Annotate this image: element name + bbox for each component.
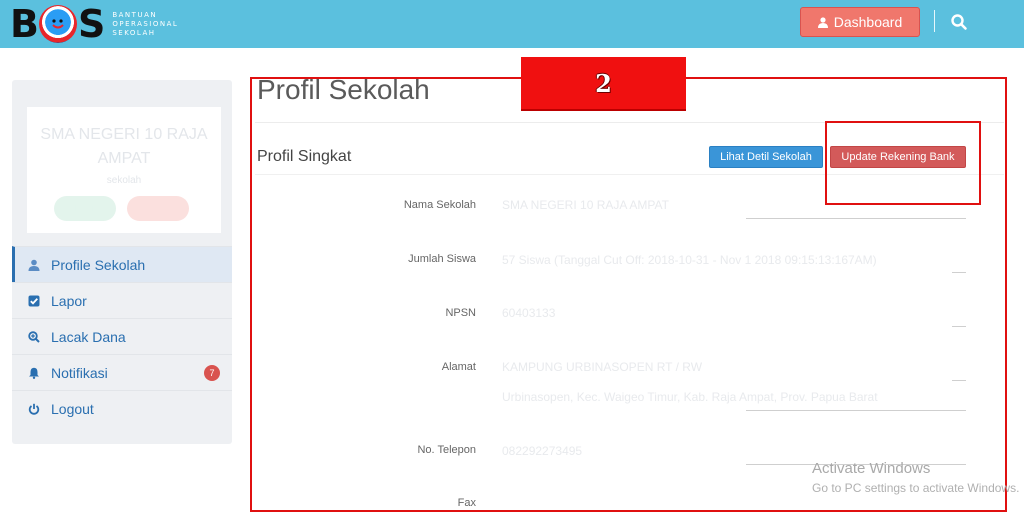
annotation-highlight-update-button <box>825 121 981 205</box>
sidebar-item-label: Logout <box>51 400 94 417</box>
sidebar-item-logout[interactable]: Logout <box>12 390 232 426</box>
sidebar-item-label: Lapor <box>51 292 87 309</box>
user-icon <box>817 16 828 28</box>
profile-pill-button[interactable]: Profil <box>54 196 116 221</box>
search-icon[interactable] <box>950 13 968 31</box>
sidebar-school-role: sekolah <box>106 175 142 186</box>
logo-face-icon <box>38 5 77 43</box>
bell-icon <box>29 367 39 379</box>
annotation-step-number: 2 <box>521 57 686 111</box>
sidebar-school-name: SMA NEGERI 10 RAJA AMPAT <box>40 126 208 167</box>
check-square-icon <box>28 295 40 306</box>
logo-subtitle: BANTUAN OPERASIONAL SEKOLAH <box>112 10 179 37</box>
windows-activation-title: Activate Windows <box>812 460 931 477</box>
power-icon <box>28 403 40 415</box>
sidebar-menu: Profile Sekolah Lapor Lacak Dana Notifik… <box>12 246 232 426</box>
logout-pill-button[interactable]: Logout <box>127 196 189 221</box>
sidebar-item-profile-sekolah[interactable]: Profile Sekolah <box>12 246 232 282</box>
header-divider <box>934 10 935 32</box>
smile-icon <box>52 19 64 29</box>
search-plus-icon <box>28 330 40 343</box>
notification-count-badge: 7 <box>204 365 220 381</box>
sidebar-item-label: Notifikasi <box>51 364 108 381</box>
windows-activation-subtitle: Go to PC settings to activate Windows. <box>812 481 1020 495</box>
top-navbar: B S BANTUAN OPERASIONAL SEKOLAH Dashboar… <box>0 0 1024 48</box>
bos-logo[interactable]: B S BANTUAN OPERASIONAL SEKOLAH <box>10 3 178 45</box>
logo-wordmark: B S <box>10 2 105 46</box>
user-icon <box>28 259 40 271</box>
sidebar-item-label: Profile Sekolah <box>51 256 146 273</box>
dashboard-button[interactable]: Dashboard <box>800 7 920 37</box>
school-profile-card: SMA NEGERI 10 RAJA AMPAT sekolah Profil … <box>27 107 221 233</box>
sidebar-item-label: Lacak Dana <box>51 328 126 345</box>
dashboard-label: Dashboard <box>833 14 903 30</box>
sidebar-item-notifikasi[interactable]: Notifikasi 7 <box>12 354 232 390</box>
sidebar-item-lapor[interactable]: Lapor <box>12 282 232 318</box>
sidebar-item-lacak-dana[interactable]: Lacak Dana <box>12 318 232 354</box>
sidebar: SMA NEGERI 10 RAJA AMPAT sekolah Profil … <box>12 80 232 444</box>
